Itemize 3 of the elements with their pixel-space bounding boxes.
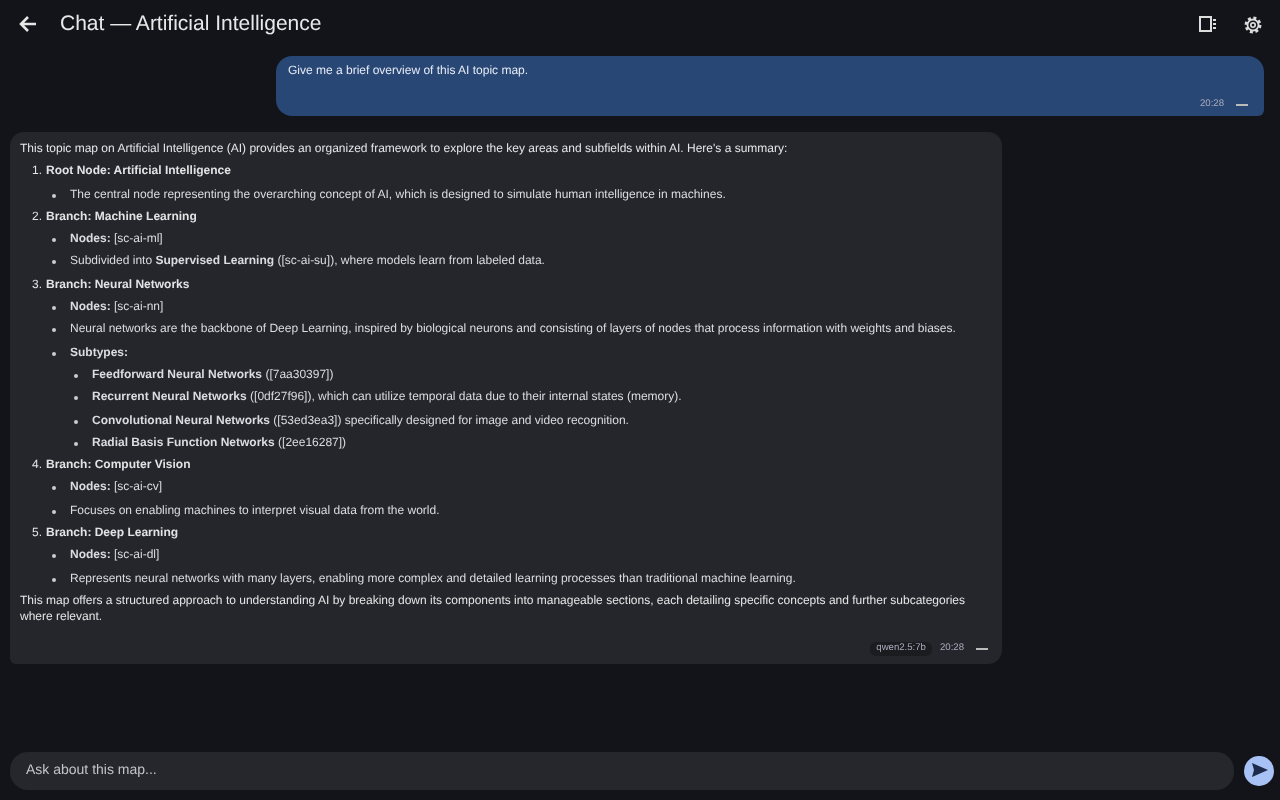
window-title: Chat — Artificial Intelligence bbox=[60, 12, 322, 36]
send-button[interactable] bbox=[1244, 755, 1274, 785]
send-icon bbox=[1251, 762, 1267, 778]
